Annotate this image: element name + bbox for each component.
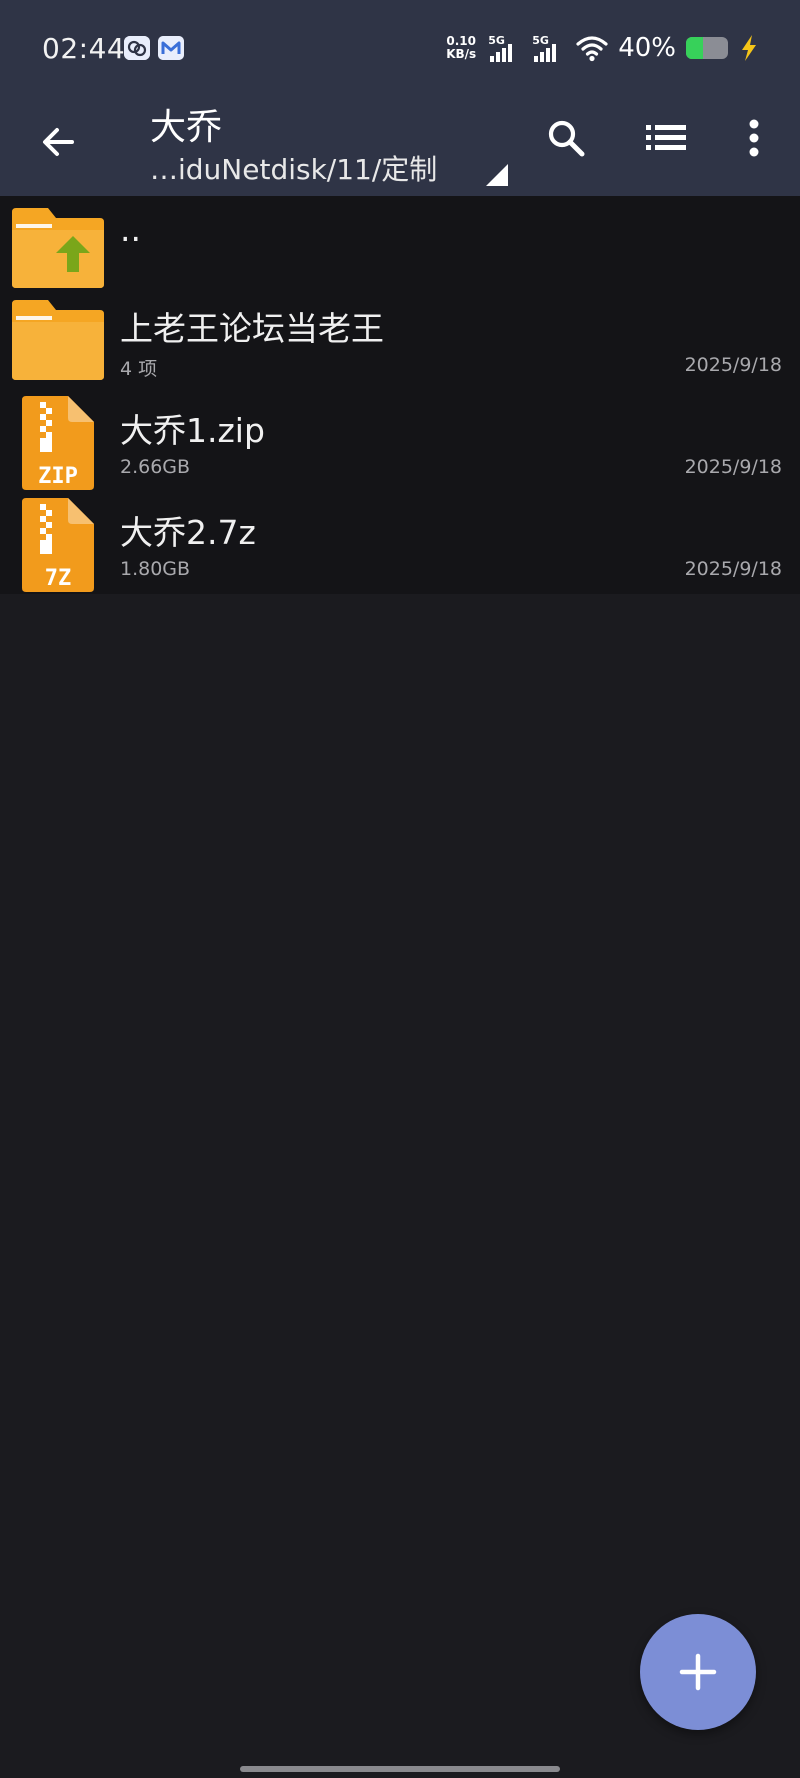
folder-title: 大乔 xyxy=(150,107,223,148)
list-item-zip-file[interactable]: ZIP 大乔1.zip 2.66GB 2025/9/18 xyxy=(0,390,800,492)
list-item-parent-folder[interactable]: .. xyxy=(0,196,800,288)
file-size: 1.80GB xyxy=(120,558,191,580)
net-speed: 0.10 KB/s xyxy=(444,35,478,61)
back-button[interactable] xyxy=(30,114,86,170)
7z-file-icon: 7Z xyxy=(22,498,94,592)
zip-badge-text: ZIP xyxy=(38,464,78,489)
search-button[interactable] xyxy=(540,112,592,164)
home-indicator[interactable] xyxy=(240,1766,560,1772)
path-dropdown-icon[interactable] xyxy=(486,164,508,186)
signal-icon: 5G xyxy=(532,34,566,62)
list-item-7z-file[interactable]: 7Z 大乔2.7z 1.80GB 2025/9/18 xyxy=(0,492,800,594)
battery-icon xyxy=(686,37,728,59)
net-speed-unit: KB/s xyxy=(446,47,477,61)
file-name: 大乔1.zip xyxy=(120,411,265,450)
add-button[interactable] xyxy=(640,1614,756,1730)
folder-up-icon xyxy=(12,208,104,288)
modified-date: 2025/9/18 xyxy=(684,558,782,580)
status-time: 02:44 xyxy=(42,32,126,65)
list-view-icon xyxy=(646,125,686,150)
battery-fill xyxy=(686,37,703,59)
status-indicators: 0.10 KB/s 5G 5G 40% xyxy=(444,30,760,66)
mail-app-icon xyxy=(158,36,184,60)
current-path[interactable]: …iduNetdisk/11/定制 xyxy=(150,148,437,188)
wifi-icon xyxy=(576,36,608,62)
plus-icon xyxy=(679,1653,717,1691)
signal-icon: 5G xyxy=(488,34,522,62)
folder-icon xyxy=(12,300,104,380)
battery-percent: 40% xyxy=(618,33,676,63)
more-vert-icon xyxy=(749,119,759,157)
back-arrow-icon xyxy=(43,128,74,156)
status-bar: 02:44 0.10 KB/s 5G 5G 40% xyxy=(0,0,800,92)
7z-badge-text: 7Z xyxy=(45,566,72,591)
file-name: 大乔2.7z xyxy=(120,513,256,552)
zip-file-icon: ZIP xyxy=(22,396,94,490)
file-name: 上老王论坛当老王 xyxy=(120,309,384,348)
modified-date: 2025/9/18 xyxy=(684,456,782,478)
view-mode-button[interactable] xyxy=(640,112,692,164)
charging-bolt-icon xyxy=(742,35,756,61)
file-name: .. xyxy=(120,210,141,249)
modified-date: 2025/9/18 xyxy=(684,354,782,376)
cloud-app-icon xyxy=(124,36,150,60)
more-options-button[interactable] xyxy=(736,112,772,164)
file-list: .. 上老王论坛当老王 4 项 2025/9/18 ZIP 大乔1.zip 2.… xyxy=(0,196,800,594)
item-count: 4 项 xyxy=(120,358,158,380)
list-item-folder[interactable]: 上老王论坛当老王 4 项 2025/9/18 xyxy=(0,288,800,390)
search-icon xyxy=(548,120,585,157)
file-size: 2.66GB xyxy=(120,456,191,478)
toolbar: 大乔 …iduNetdisk/11/定制 xyxy=(0,92,800,196)
